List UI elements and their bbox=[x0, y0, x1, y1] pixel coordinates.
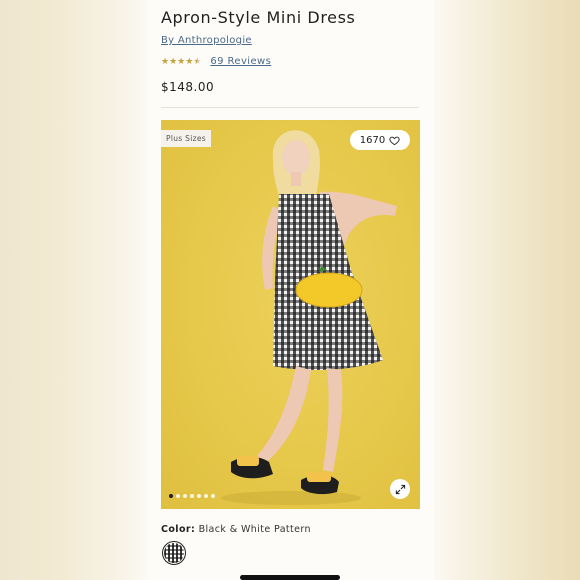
carousel-dot[interactable] bbox=[211, 494, 215, 498]
expand-button[interactable] bbox=[390, 479, 410, 499]
product-title: Apron-Style Mini Dress bbox=[161, 8, 356, 27]
color-swatch-black-white[interactable] bbox=[162, 541, 186, 565]
divider bbox=[161, 107, 419, 108]
star-icon: ★ bbox=[161, 56, 170, 67]
reviews-link[interactable]: 69 Reviews bbox=[210, 56, 271, 67]
carousel-dot[interactable] bbox=[197, 494, 201, 498]
product-price: $148.00 bbox=[161, 80, 215, 94]
carousel-indicators[interactable] bbox=[169, 494, 215, 498]
expand-icon bbox=[395, 484, 405, 494]
home-indicator bbox=[240, 575, 340, 580]
color-value: Black & White Pattern bbox=[198, 524, 311, 535]
half-star-icon: ★ bbox=[193, 56, 202, 67]
carousel-dot[interactable] bbox=[176, 494, 180, 498]
star-icon: ★ bbox=[177, 56, 186, 67]
carousel-dot[interactable] bbox=[183, 494, 187, 498]
heart-icon bbox=[389, 136, 400, 145]
gingham-swatch-pattern bbox=[164, 543, 184, 563]
star-icon: ★ bbox=[185, 56, 194, 67]
plus-sizes-badge: Plus Sizes bbox=[161, 130, 211, 147]
carousel-dot[interactable] bbox=[190, 494, 194, 498]
rating-row: ★ ★ ★ ★ ★ 69 Reviews bbox=[161, 56, 271, 67]
brand-link[interactable]: By Anthropologie bbox=[161, 35, 252, 46]
color-label-row: Color: Black & White Pattern bbox=[161, 524, 311, 535]
color-label: Color: bbox=[161, 524, 196, 535]
favorite-button[interactable]: 1670 bbox=[350, 130, 410, 150]
carousel-dot[interactable] bbox=[169, 494, 173, 498]
carousel-dot[interactable] bbox=[204, 494, 208, 498]
model-photo bbox=[221, 130, 397, 505]
star-icon: ★ bbox=[169, 56, 178, 67]
star-rating: ★ ★ ★ ★ ★ bbox=[161, 57, 201, 67]
favorite-count: 1670 bbox=[359, 134, 386, 146]
product-image[interactable]: Plus Sizes 1670 bbox=[161, 120, 420, 509]
